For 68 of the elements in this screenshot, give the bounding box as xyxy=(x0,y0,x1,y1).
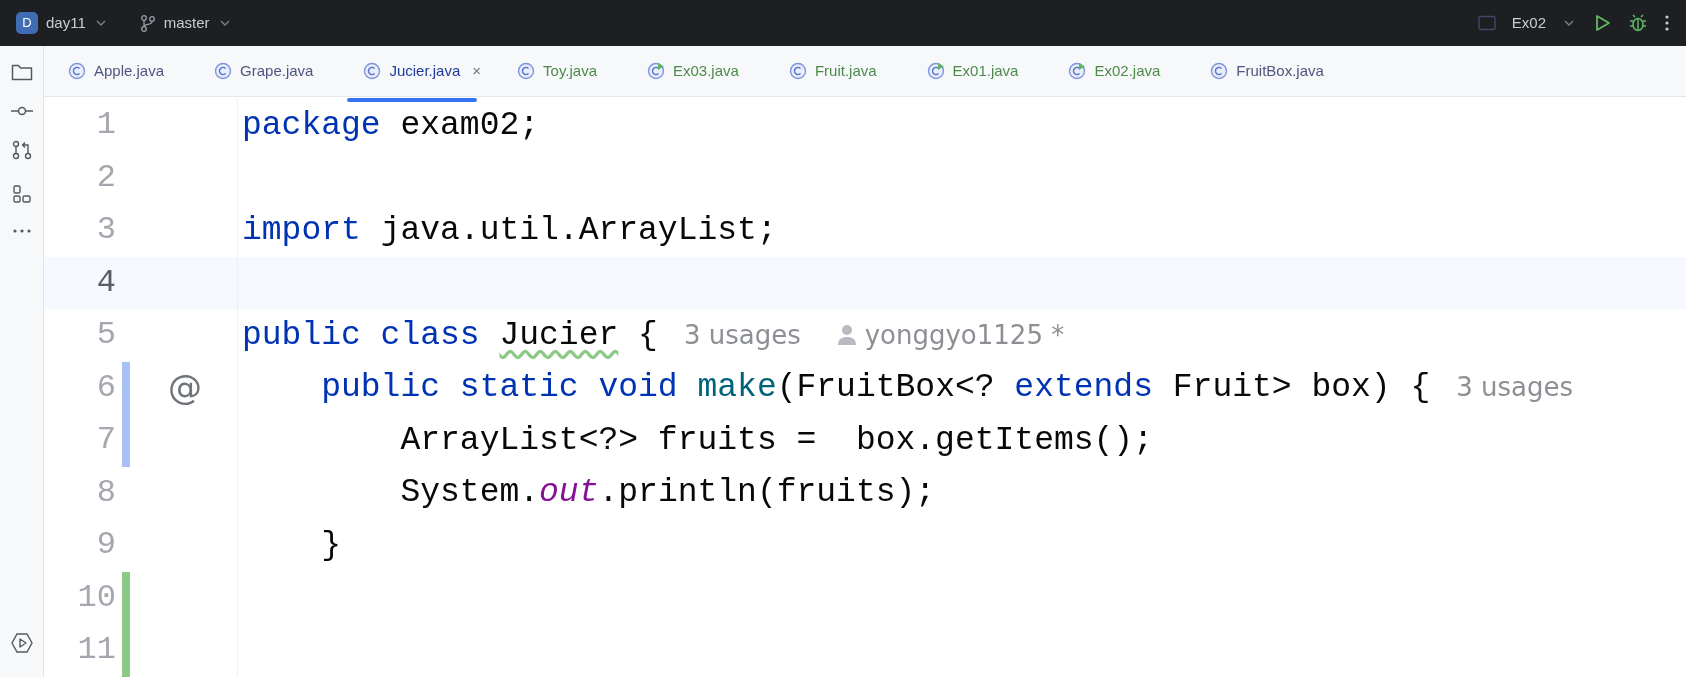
class-icon xyxy=(1210,62,1229,80)
code-text: exam02; xyxy=(400,105,540,146)
run-icon[interactable] xyxy=(10,632,33,654)
class-icon xyxy=(517,62,536,80)
editor-tab[interactable]: Ex01.java xyxy=(910,46,1053,97)
project-name[interactable]: day11 xyxy=(46,11,86,35)
run-configuration[interactable]: Ex02 xyxy=(1511,11,1546,35)
code-text: { xyxy=(637,315,658,356)
more-icon[interactable] xyxy=(11,228,32,234)
line-number: 5 xyxy=(95,315,116,356)
close-button[interactable]: × xyxy=(472,59,482,83)
line-number: 1 xyxy=(95,105,116,146)
runnable-class-icon xyxy=(926,62,945,80)
code-text: .println(fruits); xyxy=(598,473,936,513)
editor-tab[interactable]: Ex03.java xyxy=(631,46,773,97)
class-icon xyxy=(363,62,382,80)
editor-tab[interactable]: FruitBox.java xyxy=(1194,46,1358,97)
runnable-class-icon xyxy=(647,62,665,80)
class-icon xyxy=(788,62,807,80)
code-text: (FruitBox<? xyxy=(776,368,996,408)
code-text: ArrayList<?> fruits = box.getItems(); xyxy=(399,420,1153,461)
runnable-class-icon xyxy=(1068,62,1087,80)
bug-icon[interactable] xyxy=(1628,13,1648,33)
change-marker[interactable] xyxy=(122,361,130,414)
more-icon[interactable] xyxy=(1664,14,1670,32)
usages-hint[interactable]: 3 usages xyxy=(1456,368,1574,408)
change-marker[interactable] xyxy=(122,571,130,624)
usages-hint[interactable]: 3 usages xyxy=(683,315,801,355)
pull-request-icon[interactable] xyxy=(11,140,32,160)
line-number: 10 xyxy=(76,577,116,618)
code-text: System. xyxy=(399,473,540,513)
field-name: out xyxy=(539,473,599,513)
line-number: 7 xyxy=(95,420,116,461)
line-number: 11 xyxy=(76,630,116,671)
keyword: public static void xyxy=(320,368,679,408)
class-icon xyxy=(214,62,233,80)
class-name: Jucier xyxy=(499,315,619,356)
author-hint[interactable]: yonggyo1125 * xyxy=(864,315,1065,355)
structure-icon[interactable] xyxy=(11,184,32,204)
folder-icon[interactable] xyxy=(10,62,33,82)
code-text: } xyxy=(320,525,342,566)
override-marker[interactable]: @ xyxy=(168,362,202,414)
line-number: 4 xyxy=(95,262,116,303)
person-icon xyxy=(836,324,857,347)
code-text: java.util.ArrayList; xyxy=(380,210,777,251)
commit-icon[interactable] xyxy=(10,106,33,116)
keyword: package xyxy=(242,105,382,146)
branch-name[interactable]: master xyxy=(163,11,210,35)
line-number: 9 xyxy=(95,525,116,566)
editor-tab[interactable]: Ex02.java xyxy=(1052,46,1195,97)
editor-tab[interactable]: Apple.java xyxy=(52,46,199,97)
line-number: 2 xyxy=(95,157,116,198)
method-name: make xyxy=(697,368,777,408)
class-icon xyxy=(68,62,86,80)
code-text: Fruit> box) { xyxy=(1171,368,1431,408)
editor-tab[interactable]: Toy.java xyxy=(501,46,631,97)
keyword: import xyxy=(242,210,362,251)
editor-tab[interactable]: Grape.java xyxy=(198,46,348,97)
keyword: public class xyxy=(242,315,481,356)
keyword: extends xyxy=(1014,368,1153,408)
line-number: 3 xyxy=(95,210,116,251)
line-number: 6 xyxy=(95,367,116,408)
editor-tab[interactable]: Fruit.java xyxy=(772,46,911,97)
line-number: 8 xyxy=(95,472,116,513)
project-avatar[interactable]: D xyxy=(16,12,38,34)
change-marker[interactable] xyxy=(122,624,130,677)
branch-icon[interactable] xyxy=(139,14,156,32)
change-marker[interactable] xyxy=(122,414,130,467)
